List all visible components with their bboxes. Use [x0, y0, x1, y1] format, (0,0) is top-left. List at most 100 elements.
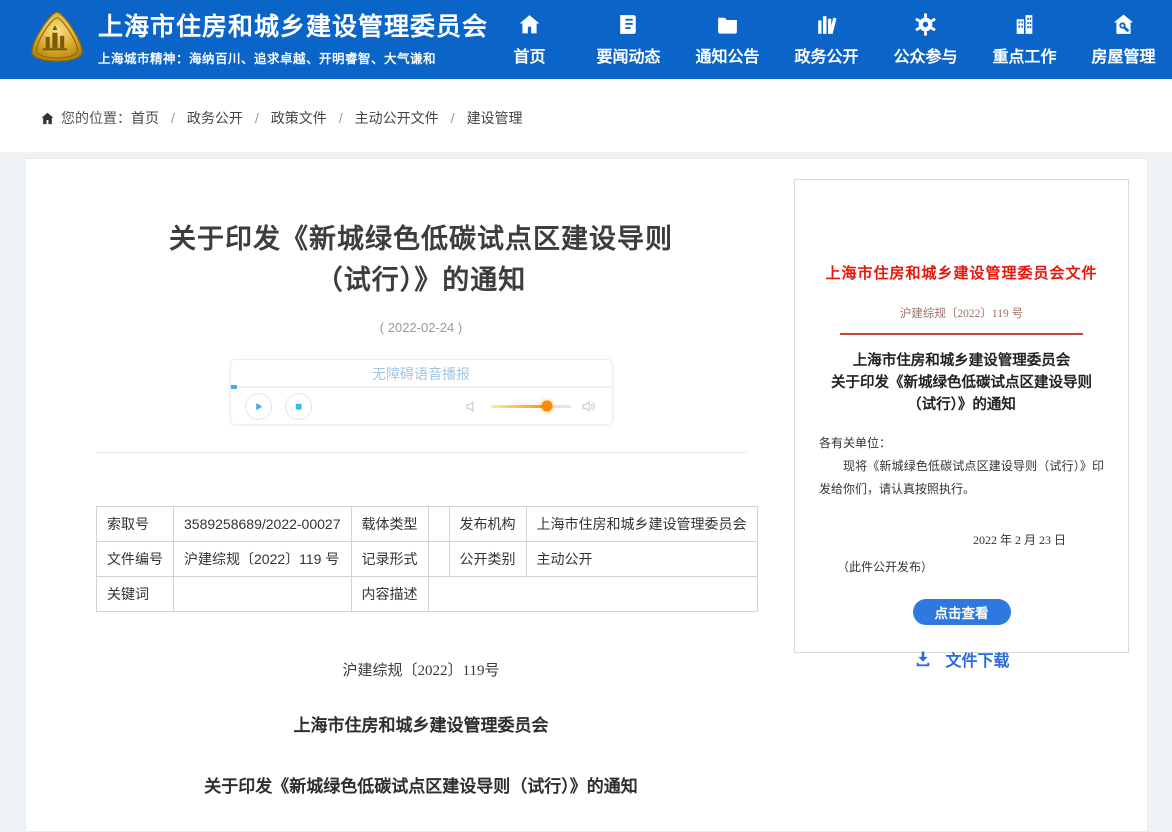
- document-preview-panel: 上海市住房和城乡建设管理委员会文件 沪建综规〔2022〕119 号 上海市住房和…: [794, 179, 1129, 653]
- audio-progress-fill: [231, 385, 237, 389]
- meta-value: 沪建综规〔2022〕119 号: [174, 542, 352, 577]
- audio-player: 无障碍语音播报: [230, 359, 613, 425]
- document-title: 关于印发《新城绿色低碳试点区建设导则（试行）》的通知: [96, 772, 746, 797]
- nav-label: 首页: [513, 43, 545, 67]
- breadcrumb-separator: /: [339, 110, 343, 126]
- nav-label: 重点工作: [992, 43, 1056, 67]
- building-icon: [1012, 12, 1037, 37]
- document-issuer: 上海市住房和城乡建设管理委员会: [96, 711, 746, 736]
- breadcrumb-item-policy-docs[interactable]: 政策文件: [271, 108, 327, 128]
- publish-date: ( 2022-02-24 ): [96, 320, 746, 335]
- download-label: 文件下载: [945, 647, 1009, 671]
- preview-public-note: （此件公开发布）: [837, 558, 1128, 575]
- meta-label: 内容描述: [351, 577, 428, 612]
- stop-icon: [291, 399, 306, 414]
- breadcrumb-bar: 您的位置： 首页 / 政务公开 / 政策文件 / 主动公开文件 / 建设管理: [0, 79, 1172, 152]
- breadcrumb-separator: /: [451, 110, 455, 126]
- books-icon: [814, 12, 839, 37]
- table-row: 关键词 内容描述: [97, 577, 758, 612]
- preview-doc-number: 沪建综规〔2022〕119 号: [795, 305, 1128, 321]
- page-title: 关于印发《新城绿色低碳试点区建设导则（试行）》的通知: [156, 219, 686, 300]
- preview-title-line: 上海市住房和城乡建设管理委员会: [795, 351, 1128, 373]
- main-nav: 首页 要闻动态 通知公告: [480, 0, 1172, 79]
- news-icon: [616, 12, 641, 37]
- location-home-icon: [40, 111, 55, 126]
- meta-label: 关键词: [97, 577, 174, 612]
- volume-slider[interactable]: [491, 405, 571, 408]
- nav-item-notices[interactable]: 通知公告: [678, 0, 777, 79]
- preview-date: 2022 年 2 月 23 日: [795, 531, 1128, 548]
- meta-value: [428, 542, 449, 577]
- breadcrumb-item-home[interactable]: 首页: [131, 108, 159, 128]
- brand-text: 上海市住房和城乡建设管理委员会 上海城市精神：海纳百川、追求卓越、开明睿智、大气…: [98, 12, 488, 67]
- nav-item-home[interactable]: 首页: [480, 0, 579, 79]
- volume-low-icon[interactable]: [464, 398, 481, 415]
- meta-value: [174, 577, 352, 612]
- site-header: 上海市住房和城乡建设管理委员会 上海城市精神：海纳百川、追求卓越、开明睿智、大气…: [0, 0, 1172, 79]
- breadcrumb-separator: /: [255, 110, 259, 126]
- page: 上海市住房和城乡建设管理委员会 上海城市精神：海纳百川、追求卓越、开明睿智、大气…: [0, 0, 1172, 832]
- site-subtitle: 上海城市精神：海纳百川、追求卓越、开明睿智、大气谦和: [98, 48, 488, 67]
- nav-item-housing-mgmt[interactable]: 房屋管理: [1074, 0, 1172, 79]
- document-meta-table: 索取号 3589258689/2022-00027 载体类型 发布机构 上海市住…: [96, 506, 758, 612]
- preview-title-line: 关于印发《新城绿色低碳试点区建设导则: [795, 373, 1128, 395]
- meta-label: 索取号: [97, 507, 174, 542]
- meta-value: 3589258689/2022-00027: [174, 507, 352, 542]
- file-download-link[interactable]: 文件下载: [795, 647, 1128, 671]
- volume-control: [464, 398, 598, 415]
- section-divider: [96, 452, 746, 453]
- volume-slider-knob[interactable]: [541, 401, 552, 412]
- volume-high-icon[interactable]: [581, 398, 598, 415]
- preview-letterhead: 上海市住房和城乡建设管理委员会文件: [795, 262, 1128, 283]
- audio-player-title: 无障碍语音播报: [231, 360, 612, 386]
- table-row: 文件编号 沪建综规〔2022〕119 号 记录形式 公开类别 主动公开: [97, 542, 758, 577]
- nav-item-key-work[interactable]: 重点工作: [975, 0, 1074, 79]
- stop-button[interactable]: [285, 393, 312, 420]
- download-icon: [913, 649, 933, 669]
- article: 关于印发《新城绿色低碳试点区建设导则（试行）》的通知 ( 2022-02-24 …: [96, 159, 746, 797]
- house-repair-icon: [1111, 12, 1136, 37]
- breadcrumb-prefix: 您的位置：: [61, 108, 131, 128]
- preview-salutation: 各有关单位：: [819, 434, 1104, 451]
- emblem-logo: [26, 9, 88, 71]
- meta-label: 文件编号: [97, 542, 174, 577]
- nav-label: 公众参与: [893, 43, 957, 67]
- preview-title: 上海市住房和城乡建设管理委员会 关于印发《新城绿色低碳试点区建设导则 （试行）》…: [795, 351, 1128, 416]
- site-brand[interactable]: 上海市住房和城乡建设管理委员会 上海城市精神：海纳百川、追求卓越、开明睿智、大气…: [26, 9, 488, 71]
- nav-label: 政务公开: [794, 43, 858, 67]
- gear-icon: [913, 12, 938, 37]
- breadcrumb-item-gov-affairs[interactable]: 政务公开: [187, 108, 243, 128]
- meta-value: [428, 577, 757, 612]
- folder-icon: [715, 12, 740, 37]
- nav-item-news[interactable]: 要闻动态: [579, 0, 678, 79]
- meta-label: 载体类型: [351, 507, 428, 542]
- preview-title-line: （试行）》的通知: [795, 395, 1128, 417]
- nav-label: 要闻动态: [596, 43, 660, 67]
- breadcrumb-separator: /: [171, 110, 175, 126]
- breadcrumb: 您的位置： 首页 / 政务公开 / 政策文件 / 主动公开文件 / 建设管理: [40, 108, 523, 128]
- letterhead-divider: [840, 333, 1083, 335]
- meta-label: 记录形式: [351, 542, 428, 577]
- play-icon: [251, 399, 266, 414]
- audio-controls: [231, 388, 612, 424]
- content-card: 关于印发《新城绿色低碳试点区建设导则（试行）》的通知 ( 2022-02-24 …: [25, 158, 1148, 832]
- nav-label: 房屋管理: [1091, 43, 1155, 67]
- nav-item-gov-affairs[interactable]: 政务公开: [777, 0, 876, 79]
- table-row: 索取号 3589258689/2022-00027 载体类型 发布机构 上海市住…: [97, 507, 758, 542]
- breadcrumb-item-public-docs[interactable]: 主动公开文件: [355, 108, 439, 128]
- home-icon: [517, 12, 542, 37]
- play-button[interactable]: [245, 393, 272, 420]
- view-document-button[interactable]: 点击查看: [913, 599, 1011, 625]
- site-title: 上海市住房和城乡建设管理委员会: [98, 12, 488, 42]
- meta-value: 上海市住房和城乡建设管理委员会: [526, 507, 757, 542]
- nav-label: 通知公告: [695, 43, 759, 67]
- breadcrumb-item-construction-mgmt[interactable]: 建设管理: [467, 108, 523, 128]
- preview-body: 现将《新城绿色低碳试点区建设导则（试行）》印发给你们，请认真按照执行。: [819, 455, 1104, 501]
- meta-label: 发布机构: [449, 507, 526, 542]
- meta-value: 主动公开: [526, 542, 757, 577]
- document-number: 沪建综规〔2022〕119号: [96, 659, 746, 680]
- audio-progress-bar[interactable]: [231, 386, 612, 388]
- meta-label: 公开类别: [449, 542, 526, 577]
- nav-item-public-participation[interactable]: 公众参与: [876, 0, 975, 79]
- meta-value: [428, 507, 449, 542]
